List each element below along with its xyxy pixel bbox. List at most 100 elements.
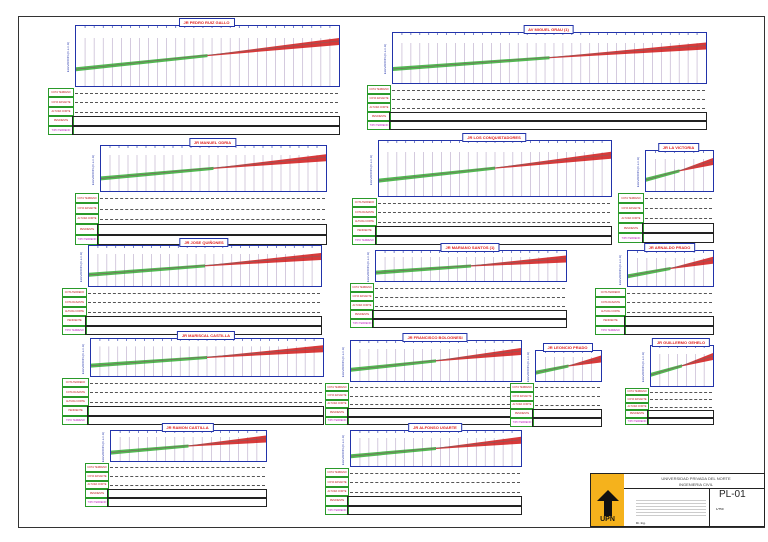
scale: 1/750: [716, 507, 724, 511]
profile-chart: [100, 145, 327, 192]
row-box: [624, 316, 714, 326]
row-values: [88, 292, 320, 294]
fill-area: [628, 266, 671, 279]
row-box: [72, 116, 340, 126]
row-values: [392, 89, 705, 91]
row-box: [85, 316, 322, 326]
row-values: [645, 218, 712, 219]
grade-line: [100, 156, 327, 179]
row-label: TIPO TERRENO: [618, 233, 644, 243]
row-label: COTA TERRENO: [618, 193, 644, 203]
row-values: [378, 212, 610, 214]
row-box: [347, 408, 522, 417]
row-label: ALTURA CORTE: [62, 306, 87, 317]
row-label: ALTURA CORTE: [85, 480, 109, 490]
row-values: [627, 302, 712, 304]
profile-title: JR MARIANO SANTOS (1): [440, 243, 500, 252]
row-box: [97, 224, 327, 235]
row-values: [392, 98, 705, 100]
row-box: [642, 233, 714, 243]
row-values: [378, 202, 610, 204]
profile-chart: [535, 350, 602, 382]
profile-plot: [110, 431, 267, 461]
row-values: [350, 395, 520, 397]
row-label: TIPO TERRENO: [625, 417, 649, 425]
profile-title: JR MANUEL ODRIA: [188, 138, 237, 147]
row-label: PENDIENTE: [367, 112, 391, 121]
row-label: COTA TERRENO: [625, 388, 649, 396]
row-label: PENDIENTE: [325, 496, 349, 506]
profile-title: JR JOSE QUIÑONES: [179, 238, 229, 247]
profile-title: JR ALFONSO UGARTE: [408, 423, 462, 432]
row-label: TIPO TERRENO: [350, 319, 374, 328]
row-values: [375, 287, 565, 289]
row-values: [535, 405, 600, 406]
profile-plot: [350, 341, 522, 381]
row-values: [378, 221, 610, 223]
profile-chart: [627, 250, 714, 287]
row-label: ALTURA CORTE: [48, 106, 74, 117]
row-values: [650, 406, 712, 408]
y-axis-label: ELEVACION (m.s.n.m): [81, 343, 86, 374]
row-values: [100, 208, 325, 210]
row-box: [372, 310, 567, 319]
grade-line: [645, 160, 714, 181]
row-label: PENDIENTE: [625, 410, 649, 418]
fill-area: [351, 359, 436, 372]
row-label: PENDIENTE: [325, 408, 349, 417]
profile-plot: [627, 251, 714, 286]
row-label: TIPO TERRENO: [85, 498, 109, 507]
cut-area: [436, 348, 521, 362]
profile-title: JR ARNALDO PRADO: [643, 243, 696, 252]
profile-chart: [645, 150, 714, 192]
y-axis-label: ELEVACION (m.s.n.m): [101, 431, 106, 463]
grade-line: [627, 259, 714, 277]
row-box: [389, 112, 707, 121]
row-values: [350, 387, 520, 389]
profile-plot: [535, 351, 602, 381]
row-label: COTA TERRENO: [325, 468, 349, 478]
row-box: [375, 226, 612, 236]
row-label: COTA RASANTE: [367, 94, 391, 103]
cut-area: [471, 255, 566, 267]
fill-area: [351, 446, 436, 459]
row-label: ALTURA CORTE: [595, 306, 626, 317]
row-box: [372, 319, 567, 328]
y-axis-label: ELEVACION (m.s.n.m): [369, 154, 374, 185]
profile-chart: [378, 140, 612, 197]
profile-chart: [88, 245, 322, 287]
row-label: PENDIENTE: [62, 316, 87, 326]
profile-plot: [90, 339, 324, 376]
row-values: [88, 302, 320, 304]
row-label: COTA TERRENO: [350, 283, 374, 292]
y-axis-label: ELEVACION (m.s.n.m): [341, 434, 346, 465]
drawing-sheet: JR PEDRO RUIZ GALLO ELEVACION (m.s.n.m) CO…: [0, 0, 768, 542]
university-name: UNIVERSIDAD PRIVADA DEL NORTE: [661, 476, 731, 481]
row-values: [535, 396, 600, 398]
row-label: ALTURA CORTE: [75, 213, 99, 225]
y-axis-label: ELEVACION (m.s.n.m): [383, 43, 388, 75]
grade-line: [392, 45, 707, 70]
row-label: COTA TERRENO: [62, 288, 87, 298]
profile-title: JR LEONCIO PRADO: [542, 343, 593, 352]
row-label: PENDIENTE: [352, 226, 377, 236]
row-values: [392, 107, 705, 109]
row-values: [535, 387, 600, 389]
cut-area: [188, 435, 266, 447]
row-label: ALTURA CORTE: [350, 301, 374, 310]
profile-plot: [75, 26, 340, 86]
profile-plot: [645, 151, 714, 191]
y-axis-label: ELEVACION (m.s.n.m): [341, 346, 346, 378]
row-label: ALTURA CORTE: [367, 103, 391, 112]
fill-area: [379, 166, 495, 183]
row-label: COTA RASANTE: [48, 97, 74, 107]
row-values: [100, 198, 325, 200]
row-box: [72, 125, 340, 135]
fill-area: [76, 54, 208, 72]
row-label: TIPO TERRENO: [325, 505, 349, 515]
row-label: PENDIENTE: [510, 409, 534, 419]
row-label: TIPO TERRENO: [352, 235, 377, 245]
y-axis-label: ELEVACION (m.s.n.m): [526, 351, 531, 383]
grade-line: [375, 258, 567, 273]
cut-area: [213, 154, 326, 169]
